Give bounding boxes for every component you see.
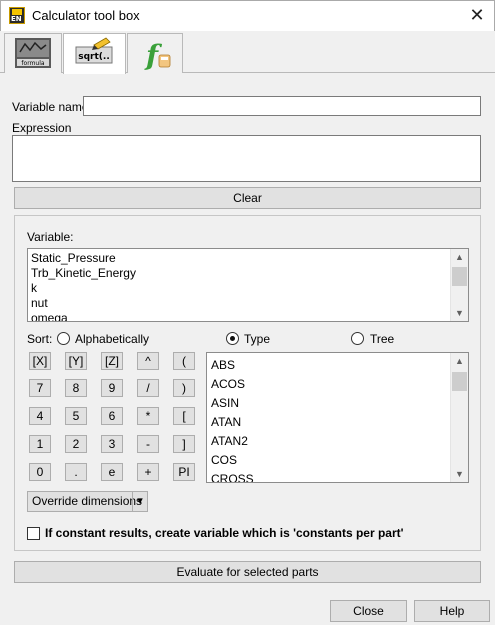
sort-alphabetically-radio[interactable] bbox=[57, 332, 70, 345]
keypad-key-button[interactable]: ) bbox=[173, 379, 195, 397]
variable-list-label: Variable: bbox=[27, 230, 74, 244]
function-item[interactable]: ABS bbox=[207, 356, 468, 375]
function-item[interactable]: ASIN bbox=[207, 394, 468, 413]
function-list[interactable]: ABS ACOS ASIN ATAN ATAN2 COS CROSS ▲ ▼ bbox=[206, 352, 469, 483]
sqrt-tab-text: sqrt(.. bbox=[78, 52, 110, 62]
tab-sqrt[interactable]: sqrt(.. bbox=[63, 33, 126, 74]
help-button[interactable]: Help bbox=[414, 600, 490, 622]
variable-item[interactable]: k bbox=[28, 281, 468, 296]
keypad-key-button[interactable]: . bbox=[65, 463, 87, 481]
keypad-key-button[interactable]: ^ bbox=[137, 352, 159, 370]
formula-tab-text: formula bbox=[21, 60, 44, 67]
function-item[interactable]: ACOS bbox=[207, 375, 468, 394]
keypad-key-button[interactable]: 7 bbox=[29, 379, 51, 397]
keypad-key-button[interactable]: 0 bbox=[29, 463, 51, 481]
constants-per-part-checkbox[interactable] bbox=[27, 527, 40, 540]
keypad-key-button[interactable]: 2 bbox=[65, 435, 87, 453]
tab-formula[interactable]: formula bbox=[4, 33, 62, 73]
clear-button[interactable]: Clear bbox=[14, 187, 481, 209]
sqrt-pencil-icon: sqrt(.. bbox=[74, 37, 118, 69]
keypad-key-button[interactable]: 3 bbox=[101, 435, 123, 453]
keypad-key-button[interactable]: ] bbox=[173, 435, 195, 453]
variable-item[interactable]: Trb_Kinetic_Energy bbox=[28, 266, 468, 281]
evaluate-selected-parts-button[interactable]: Evaluate for selected parts bbox=[14, 561, 481, 583]
window-title: Calculator tool box bbox=[32, 8, 140, 23]
function-item[interactable]: ATAN bbox=[207, 413, 468, 432]
scroll-down-arrow-icon[interactable]: ▼ bbox=[451, 466, 468, 482]
sort-alphabetically-label: Alphabetically bbox=[75, 332, 150, 346]
keypad-key-button[interactable]: - bbox=[137, 435, 159, 453]
keypad-key-button[interactable]: ( bbox=[173, 352, 195, 370]
variable-item[interactable]: nut bbox=[28, 296, 468, 311]
override-dimensions-dropdown[interactable]: Override dimensions ▾ bbox=[27, 491, 148, 512]
keypad-key-button[interactable]: PI bbox=[173, 463, 195, 481]
close-window-button[interactable]: ✕ bbox=[464, 4, 490, 26]
app-icon-text: EN bbox=[11, 15, 22, 23]
variable-list-scrollbar[interactable]: ▲ ▼ bbox=[450, 249, 468, 321]
keypad-key-button[interactable]: / bbox=[137, 379, 159, 397]
app-icon: EN bbox=[9, 7, 25, 24]
variable-item[interactable]: omega bbox=[28, 311, 468, 321]
sort-type-label: Type bbox=[244, 332, 271, 346]
chevron-down-icon: ▾ bbox=[132, 492, 147, 511]
keypad-key-button[interactable]: 6 bbox=[101, 407, 123, 425]
sort-type-radio[interactable] bbox=[226, 332, 239, 345]
close-button[interactable]: Close bbox=[330, 600, 407, 622]
function-list-scrollbar[interactable]: ▲ ▼ bbox=[450, 353, 468, 482]
scroll-thumb[interactable] bbox=[452, 267, 467, 286]
sort-tree-label: Tree bbox=[370, 332, 395, 346]
keypad-key-button[interactable]: + bbox=[137, 463, 159, 481]
scroll-up-arrow-icon[interactable]: ▲ bbox=[451, 249, 468, 265]
variable-item[interactable]: Static_Pressure bbox=[28, 251, 468, 266]
expression-textarea[interactable] bbox=[12, 135, 481, 182]
keypad-key-button[interactable]: 8 bbox=[65, 379, 87, 397]
scroll-thumb[interactable] bbox=[452, 372, 467, 391]
override-dimensions-label: Override dimensions bbox=[32, 494, 143, 508]
keypad-key-button[interactable]: [Y] bbox=[65, 352, 87, 370]
scroll-down-arrow-icon[interactable]: ▼ bbox=[451, 305, 468, 321]
keypad-key-button[interactable]: 9 bbox=[101, 379, 123, 397]
keypad-key-button[interactable]: [X] bbox=[29, 352, 51, 370]
keypad-key-button[interactable]: [Z] bbox=[101, 352, 123, 370]
sort-tree-radio[interactable] bbox=[351, 332, 364, 345]
variable-list[interactable]: Static_Pressure Trb_Kinetic_Energy k nut… bbox=[27, 248, 469, 322]
function-item[interactable]: ATAN2 bbox=[207, 432, 468, 451]
keypad-key-button[interactable]: 4 bbox=[29, 407, 51, 425]
keypad-key-button[interactable]: * bbox=[137, 407, 159, 425]
variable-name-input[interactable] bbox=[83, 96, 481, 116]
scroll-up-arrow-icon[interactable]: ▲ bbox=[451, 353, 468, 369]
function-item[interactable]: COS bbox=[207, 451, 468, 470]
function-item[interactable]: CROSS bbox=[207, 470, 468, 482]
keypad-key-button[interactable]: e bbox=[101, 463, 123, 481]
keypad-key-button[interactable]: 1 bbox=[29, 435, 51, 453]
sort-label: Sort: bbox=[27, 332, 53, 346]
constants-per-part-label: If constant results, create variable whi… bbox=[45, 526, 404, 540]
tab-function[interactable]: f bbox=[127, 33, 183, 73]
expression-label: Expression bbox=[12, 121, 72, 135]
function-fx-icon: f bbox=[138, 37, 174, 72]
keypad-key-button[interactable]: [ bbox=[173, 407, 195, 425]
variable-name-label: Variable name bbox=[12, 100, 89, 114]
formula-image-icon: formula bbox=[15, 38, 51, 68]
keypad-key-button[interactable]: 5 bbox=[65, 407, 87, 425]
